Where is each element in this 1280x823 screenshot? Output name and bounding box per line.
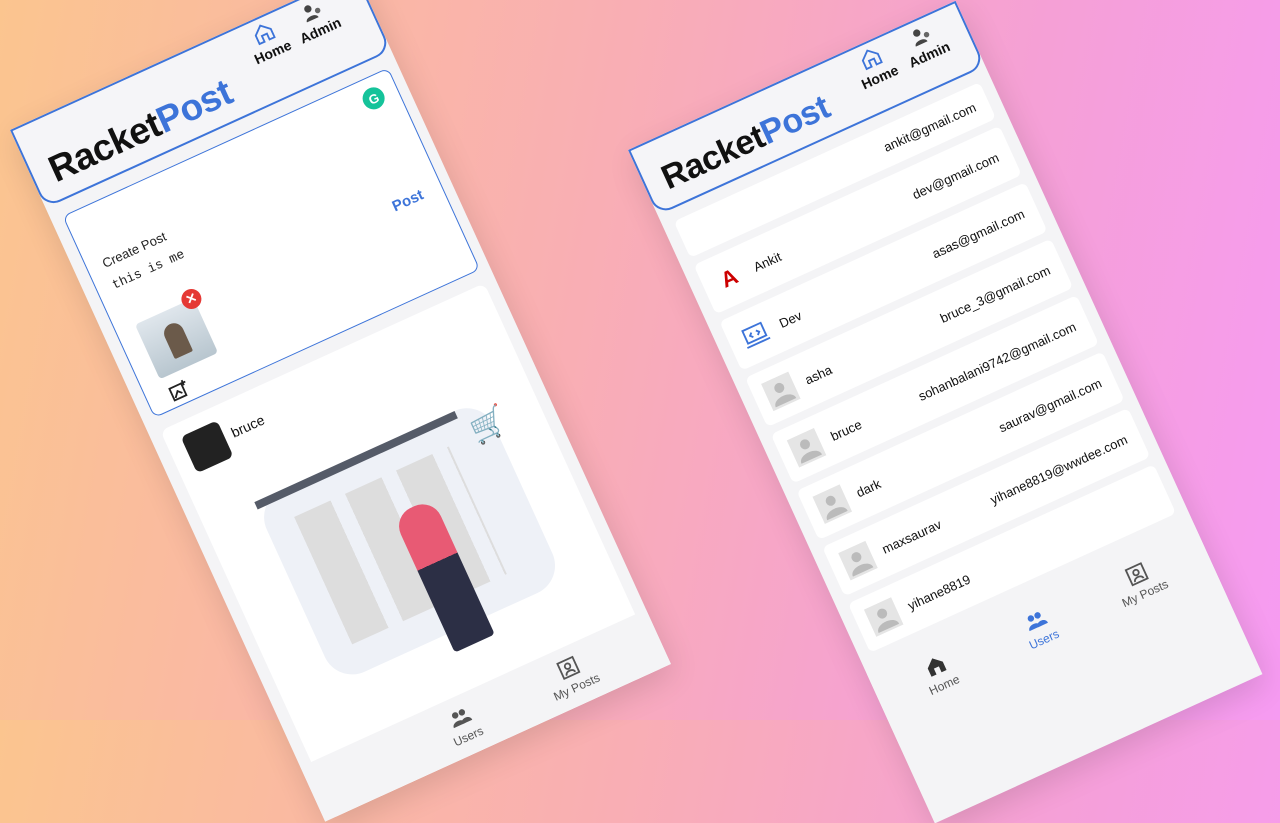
default-avatar-icon <box>758 369 803 414</box>
nav-admin-right[interactable]: Admin <box>896 16 952 71</box>
post-author-name[interactable]: bruce <box>228 412 267 441</box>
default-avatar-icon <box>810 482 855 527</box>
user-email: dev@gmail.com <box>909 149 1001 202</box>
default-avatar-icon <box>861 594 906 639</box>
default-avatar-icon <box>835 538 880 583</box>
logo-post-right: Post <box>754 87 836 153</box>
user-avatar-ankit: A <box>716 263 742 293</box>
add-image-icon[interactable] <box>165 377 194 406</box>
nav-admin[interactable]: Admin <box>287 0 344 47</box>
default-avatar-icon <box>784 425 829 470</box>
tab-users-active[interactable]: Users <box>1017 604 1061 652</box>
laptop-code-icon <box>733 312 778 357</box>
feed-screen: RacketPost Home Admin G Create Post this… <box>10 0 671 822</box>
user-name: Dev <box>776 307 804 331</box>
person-thumbnail-icon <box>160 320 194 360</box>
user-name: yihane8819 <box>905 571 973 613</box>
user-name: asha <box>802 361 835 387</box>
tab-my-posts[interactable]: My Posts <box>541 648 602 704</box>
tab-users[interactable]: Users <box>441 701 486 749</box>
post-button[interactable]: Post <box>390 186 427 215</box>
user-name: bruce <box>828 416 864 444</box>
grammarly-icon[interactable]: G <box>359 83 389 113</box>
nav-home[interactable]: Home <box>242 15 294 68</box>
tab-my-posts-right[interactable]: My Posts <box>1109 554 1170 610</box>
selected-image-preview <box>134 298 219 380</box>
user-name: maxsaurav <box>879 516 944 557</box>
tab-home[interactable]: Home <box>917 649 962 698</box>
users-screen: RacketPost Home Admin ankit@gmail.com A … <box>628 0 1263 823</box>
logo-post: Post <box>150 71 239 141</box>
user-email: asas@gmail.com <box>929 205 1027 261</box>
post-author-avatar[interactable] <box>180 420 234 474</box>
user-name: dark <box>853 475 883 500</box>
nav-home-right[interactable]: Home <box>849 40 901 92</box>
user-name: Ankit <box>750 248 784 275</box>
